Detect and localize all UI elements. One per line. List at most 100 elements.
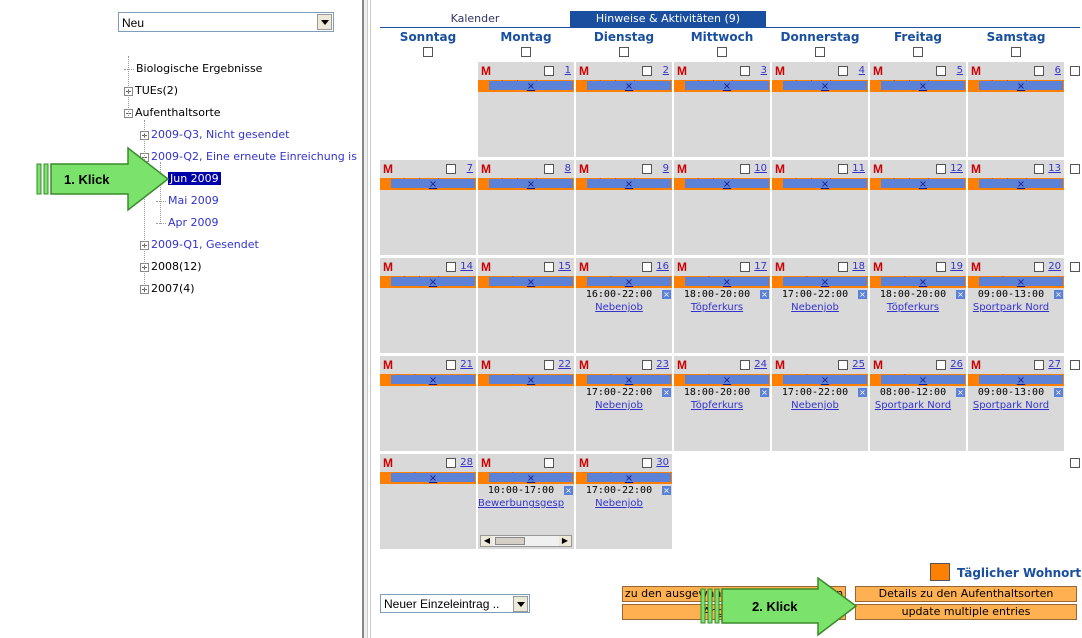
remove-icon[interactable]: ×	[783, 277, 867, 288]
day-number-link[interactable]: 18	[852, 261, 865, 272]
activity-link[interactable]: Nebenjob	[772, 400, 858, 411]
chevron-down-icon[interactable]	[513, 596, 528, 612]
day-number-link[interactable]: 6	[1055, 65, 1061, 76]
day-checkbox[interactable]	[1034, 262, 1044, 272]
calendar-day-cell[interactable]: M27Eltern×09:00-13:00×Sportpark Nord	[968, 356, 1064, 451]
filter-select[interactable]: Neu	[118, 12, 334, 32]
calendar-day-cell[interactable]: M 4 Urlaub Wien×	[772, 62, 868, 157]
remove-activity-icon[interactable]: ×	[662, 486, 671, 495]
day-checkbox[interactable]	[740, 164, 750, 174]
day-number-link[interactable]: 20	[1048, 261, 1061, 272]
pane-splitter[interactable]	[362, 0, 368, 638]
week-checkbox[interactable]	[1070, 262, 1080, 272]
calendar-day-cell[interactable]: M 3 Urlaub Wien×	[674, 62, 770, 157]
remove-activity-icon[interactable]: ×	[858, 290, 867, 299]
calendar-day-cell[interactable]: M 21 Zuhause×	[380, 356, 476, 451]
new-entry-select[interactable]: Neuer Einzeleintrag ..	[380, 594, 530, 613]
week-checkbox[interactable]	[1070, 164, 1080, 174]
tree-node-3[interactable]: +2009-Q3, Nicht gesendet	[140, 128, 289, 142]
update-multiple-entries-button[interactable]: update multiple entries	[855, 604, 1077, 620]
remove-activity-icon[interactable]: ×	[1054, 290, 1063, 299]
day-number-link[interactable]: 5	[957, 65, 963, 76]
scroll-right-icon[interactable]: ▶	[559, 536, 571, 546]
day-number-link[interactable]: 13	[1048, 163, 1061, 174]
day-number-link[interactable]: 17	[754, 261, 767, 272]
weekday-checkbox[interactable]	[423, 47, 433, 57]
tree-node-7[interactable]: Apr 2009	[156, 216, 219, 230]
remove-activity-icon[interactable]: ×	[858, 388, 867, 397]
day-number-link[interactable]: 10	[754, 163, 767, 174]
horizontal-scrollbar[interactable]: ◀ ▶	[480, 535, 572, 547]
remove-icon[interactable]: ×	[881, 81, 965, 92]
calendar-day-cell[interactable]: MZuhause×10:00-17:00×Bewerbungsgesprä◀▶	[478, 454, 574, 549]
weekday-checkbox[interactable]	[521, 47, 531, 57]
remove-activity-icon[interactable]: ×	[1054, 388, 1063, 397]
remove-activity-icon[interactable]: ×	[662, 388, 671, 397]
tree-node-4[interactable]: −2009-Q2, Eine erneute Einreichung is	[140, 150, 357, 164]
day-checkbox[interactable]	[838, 360, 848, 370]
activity-link[interactable]: Nebenjob	[576, 302, 662, 313]
day-checkbox[interactable]	[642, 262, 652, 272]
day-checkbox[interactable]	[838, 66, 848, 76]
calendar-day-cell[interactable]: M 13 Urlaub Wien×	[968, 160, 1064, 255]
day-number-link[interactable]: 8	[565, 163, 571, 174]
remove-activity-icon[interactable]: ×	[760, 388, 769, 397]
remove-icon[interactable]: ×	[489, 179, 573, 190]
remove-icon[interactable]: ×	[881, 375, 965, 386]
calendar-day-cell[interactable]: M19Zuhause×18:00-20:00×Töpferkurs	[870, 258, 966, 353]
day-number-link[interactable]: 7	[467, 163, 473, 174]
day-checkbox[interactable]	[642, 164, 652, 174]
calendar-day-cell[interactable]: M 1 Urlaub Wien×	[478, 62, 574, 157]
day-number-link[interactable]: 21	[460, 359, 473, 370]
remove-icon[interactable]: ×	[881, 179, 965, 190]
calendar-day-cell[interactable]: M 8 Urlaub Wien×	[478, 160, 574, 255]
calendar-day-cell[interactable]: M25Zuhause×17:00-22:00×Nebenjob	[772, 356, 868, 451]
remove-icon[interactable]: ×	[979, 179, 1063, 190]
weekday-checkbox[interactable]	[913, 47, 923, 57]
remove-icon[interactable]: ×	[881, 277, 965, 288]
day-number-link[interactable]: 1	[565, 65, 571, 76]
remove-icon[interactable]: ×	[979, 277, 1063, 288]
calendar-day-cell[interactable]: M30Zuhause×17:00-22:00×Nebenjob	[576, 454, 672, 549]
weekday-checkbox[interactable]	[717, 47, 727, 57]
remove-activity-icon[interactable]: ×	[662, 290, 671, 299]
calendar-day-cell[interactable]: M18Zuhause×17:00-22:00×Nebenjob	[772, 258, 868, 353]
tab-calendar[interactable]: Kalender	[380, 11, 570, 27]
day-number-link[interactable]: 19	[950, 261, 963, 272]
remove-icon[interactable]: ×	[979, 81, 1063, 92]
day-number-link[interactable]: 4	[859, 65, 865, 76]
day-checkbox[interactable]	[740, 360, 750, 370]
day-checkbox[interactable]	[446, 360, 456, 370]
scroll-left-icon[interactable]: ◀	[481, 536, 493, 546]
activity-link[interactable]: Töpferkurs	[674, 302, 760, 313]
remove-icon[interactable]: ×	[587, 473, 671, 484]
calendar-day-cell[interactable]: M 22 Zuhause×	[478, 356, 574, 451]
activity-link[interactable]: Sportpark Nord	[968, 400, 1054, 411]
remove-icon[interactable]: ×	[391, 277, 475, 288]
week-checkbox[interactable]	[1070, 360, 1080, 370]
day-number-link[interactable]: 27	[1048, 359, 1061, 370]
day-number-link[interactable]: 28	[460, 457, 473, 468]
calendar-day-cell[interactable]: M16Zuhause×16:00-22:00×Nebenjob	[576, 258, 672, 353]
remove-icon[interactable]: ×	[587, 179, 671, 190]
day-checkbox[interactable]	[936, 66, 946, 76]
day-number-link[interactable]: 30	[656, 457, 669, 468]
remove-icon[interactable]: ×	[391, 179, 475, 190]
activity-link[interactable]: Sportpark Nord	[968, 302, 1054, 313]
calendar-day-cell[interactable]: M 11 Urlaub Wien×	[772, 160, 868, 255]
remove-icon[interactable]: ×	[391, 473, 475, 484]
day-checkbox[interactable]	[642, 360, 652, 370]
day-checkbox[interactable]	[936, 164, 946, 174]
remove-icon[interactable]: ×	[685, 375, 769, 386]
day-checkbox[interactable]	[740, 66, 750, 76]
calendar-day-cell[interactable]: M 2 Urlaub Wien×	[576, 62, 672, 157]
remove-icon[interactable]: ×	[587, 81, 671, 92]
calendar-day-cell[interactable]: M23Zuhause×17:00-22:00×Nebenjob	[576, 356, 672, 451]
day-checkbox[interactable]	[642, 458, 652, 468]
chevron-down-icon[interactable]	[317, 14, 332, 30]
tree-node-9[interactable]: +2008(12)	[140, 260, 202, 274]
day-number-link[interactable]: 11	[852, 163, 865, 174]
calendar-day-cell[interactable]: M 7 Urlaub Wien×	[380, 160, 476, 255]
remove-icon[interactable]: ×	[489, 375, 573, 386]
calendar-day-cell[interactable]: M 28 Zuhause×	[380, 454, 476, 549]
